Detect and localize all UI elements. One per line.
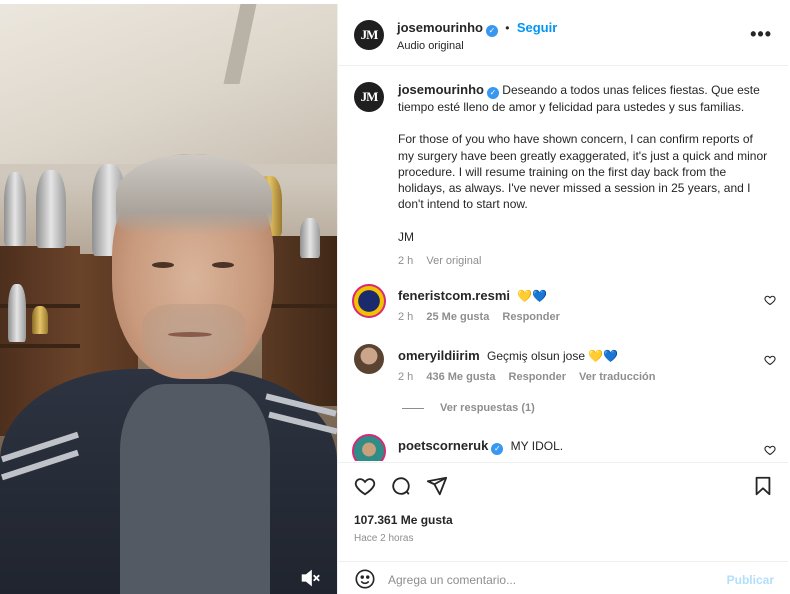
comments-section[interactable]: JM josemourinho ✓ Deseando a todos unas f…	[338, 66, 788, 461]
commenter-avatar[interactable]	[354, 344, 384, 374]
bookmark-icon[interactable]	[752, 475, 774, 497]
share-icon[interactable]	[426, 475, 448, 497]
audio-label[interactable]: Audio original	[397, 40, 557, 52]
comment-meta: 2 h 25 Me gusta Responder	[398, 311, 748, 323]
comment-text: 💛💙	[517, 289, 548, 303]
caption-username[interactable]: josemourinho	[398, 82, 484, 97]
comment-input[interactable]	[388, 571, 708, 589]
verified-badge-icon: ✓	[485, 25, 498, 37]
header-text: josemourinho ✓ • Seguir Audio original	[397, 20, 557, 52]
reply-button[interactable]: Responder	[502, 311, 559, 323]
trophy	[36, 170, 66, 248]
publish-button[interactable]: Publicar	[727, 573, 774, 587]
video-player[interactable]	[0, 4, 337, 594]
person-shirt	[120, 384, 270, 594]
video-background-ceiling	[0, 4, 337, 164]
likes-count[interactable]: 107.361 Me gusta	[354, 513, 453, 527]
comment-username[interactable]: feneristcom.resmi	[398, 288, 510, 303]
caption-text-en: For those of you who have shown concern,…	[398, 132, 768, 212]
post-side-panel: JM josemourinho ✓ • Seguir Audio original…	[337, 4, 788, 594]
separator-dot: •	[505, 21, 510, 35]
comment-text: Geçmiş olsun jose 💛💙	[486, 349, 619, 363]
view-replies-label[interactable]: Ver respuestas (1)	[440, 402, 535, 414]
follow-button[interactable]: Seguir	[517, 20, 557, 35]
comment-like-heart-icon[interactable]	[764, 354, 776, 366]
post-actions: 107.361 Me gusta Hace 2 horas Publicar	[338, 462, 788, 594]
reply-button[interactable]: Responder	[509, 371, 566, 383]
comment-meta: 2 h 436 Me gusta Responder Ver traducció…	[398, 371, 748, 383]
comment-time[interactable]: 2 h	[398, 311, 413, 323]
comment-username[interactable]: poetscorneruk	[398, 438, 488, 453]
post-time[interactable]: Hace 2 horas	[354, 533, 413, 544]
author-username[interactable]: josemourinho	[397, 20, 483, 35]
comment-like-heart-icon[interactable]	[764, 444, 776, 456]
commenter-avatar[interactable]	[352, 284, 386, 318]
avatar-monogram: JM	[360, 89, 379, 104]
trophy	[4, 172, 26, 246]
shelf-board	[0, 344, 80, 348]
person-hair	[116, 154, 272, 236]
post-caption: josemourinho ✓ Deseando a todos unas feli…	[398, 82, 768, 269]
caption-signature: JM	[398, 229, 414, 244]
more-options-icon[interactable]: •••	[750, 24, 772, 45]
comment-icon[interactable]	[390, 475, 412, 497]
verified-badge-icon: ✓	[486, 87, 499, 99]
comment-time[interactable]: 2 h	[398, 371, 413, 383]
view-replies[interactable]: Ver respuestas (1)	[402, 402, 535, 414]
caption-author-avatar[interactable]: JM	[354, 82, 384, 112]
heart-icon[interactable]	[354, 475, 376, 497]
post-header: JM josemourinho ✓ • Seguir Audio original…	[338, 4, 788, 66]
comment-text: MY IDOL.	[510, 439, 564, 453]
trophy	[32, 306, 48, 334]
comment-item: feneristcom.resmi 💛💙 2 h 25 Me gusta Res…	[398, 288, 748, 323]
comment-username[interactable]: omeryildiirim	[398, 348, 480, 363]
emoji-icon[interactable]	[354, 568, 376, 590]
person-eye	[152, 262, 174, 268]
comment-likes[interactable]: 25 Me gusta	[426, 311, 489, 323]
commenter-avatar[interactable]	[352, 434, 386, 461]
comment-item: poetscorneruk ✓ MY IDOL.	[398, 438, 748, 455]
caption-time[interactable]: 2 h	[398, 255, 413, 267]
person-mouth	[168, 332, 212, 337]
comment-like-heart-icon[interactable]	[764, 294, 776, 306]
author-avatar[interactable]: JM	[354, 20, 384, 50]
comment-likes[interactable]: 436 Me gusta	[426, 371, 495, 383]
verified-badge-icon: ✓	[491, 443, 504, 455]
avatar-monogram: JM	[360, 27, 379, 42]
trophy	[8, 284, 26, 342]
caption-meta: 2 h Ver original	[398, 253, 768, 269]
see-original-link[interactable]: Ver original	[426, 255, 481, 267]
see-translation-button[interactable]: Ver traducción	[579, 371, 655, 383]
muted-speaker-icon[interactable]	[299, 567, 321, 589]
replies-divider-line	[402, 407, 424, 409]
shelf-board	[262, 304, 337, 308]
comment-item: omeryildiirim Geçmiş olsun jose 💛💙 2 h 4…	[398, 348, 748, 383]
person-eye	[212, 262, 234, 268]
person-beard	[142, 304, 246, 374]
trophy	[300, 218, 320, 258]
add-comment-bar: Publicar	[338, 561, 788, 594]
